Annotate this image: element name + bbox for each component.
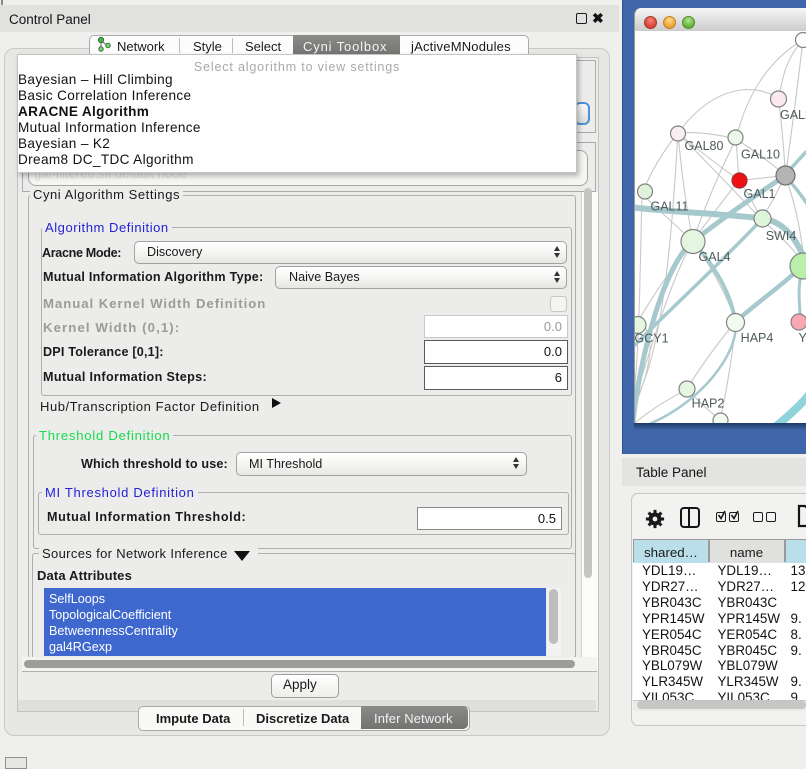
- svg-text:GAL10: GAL10: [741, 148, 780, 162]
- svg-text:HAP4: HAP4: [741, 331, 774, 345]
- svg-text:YM: YM: [799, 331, 806, 345]
- svg-text:GAL1: GAL1: [744, 187, 776, 201]
- svg-text:GAL11: GAL11: [651, 200, 689, 214]
- svg-text:GAL2: GAL2: [780, 108, 806, 122]
- svg-text:GCY1: GCY1: [635, 332, 669, 346]
- svg-text:GAL80: GAL80: [685, 139, 724, 153]
- svg-text:SWI4: SWI4: [766, 229, 797, 243]
- svg-text:GAL4: GAL4: [699, 250, 731, 264]
- svg-text:HAP2: HAP2: [692, 397, 725, 411]
